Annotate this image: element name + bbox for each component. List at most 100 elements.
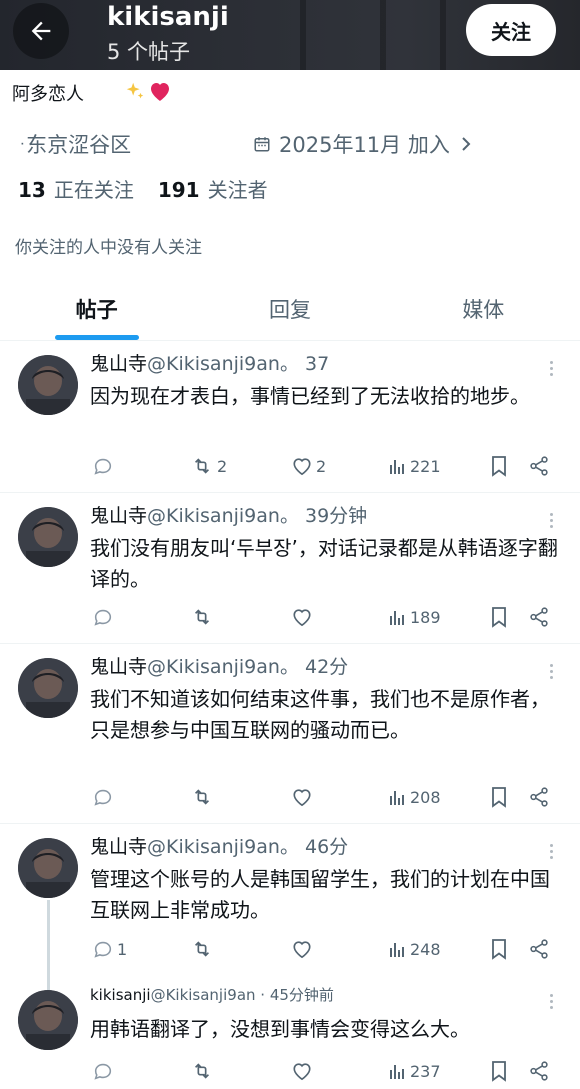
like-button[interactable]: 2: [291, 451, 326, 481]
avatar[interactable]: [18, 838, 78, 898]
share-icon: [530, 1061, 548, 1081]
reply-button[interactable]: [92, 602, 117, 632]
post-time: 42分: [305, 656, 349, 678]
reply-icon: [94, 789, 112, 806]
share-button[interactable]: [528, 934, 550, 964]
post-item[interactable]: 鬼山寺@Kikisanji9an。 39分钟 我们没有朋友叫‘두부장’，对话记录都…: [0, 493, 580, 644]
post-time: 39分钟: [305, 505, 368, 527]
view-count: 237: [410, 1061, 441, 1081]
share-icon: [530, 787, 548, 807]
views-button[interactable]: 221: [389, 451, 441, 481]
views-button[interactable]: 189: [389, 602, 441, 632]
post-author-handle[interactable]: @Kikisanji9an。: [147, 836, 299, 858]
views-button[interactable]: 237: [389, 1056, 441, 1086]
banner-decoration: [440, 0, 446, 70]
reply-button[interactable]: 1: [92, 934, 127, 964]
avatar[interactable]: [18, 355, 78, 415]
like-button[interactable]: [291, 934, 316, 964]
post-author-name[interactable]: 鬼山寺: [90, 836, 147, 858]
avatar-image: [18, 838, 78, 898]
share-button[interactable]: [528, 602, 550, 632]
repost-icon: [194, 458, 210, 474]
post-header: 鬼山寺@Kikisanji9an。 42分: [90, 652, 348, 679]
post-text: 管理这个账号的人是韩国留学生，我们的计划在中国互联网上非常成功。: [90, 867, 550, 922]
views-icon: [390, 1065, 404, 1079]
repost-button[interactable]: 2: [190, 451, 227, 481]
post-item[interactable]: 鬼山寺@Kikisanji9an。 46分管理这个账号的人是韩国留学生，我们的计…: [0, 824, 580, 974]
banner-decoration: [380, 0, 386, 70]
following-label: 正在关注: [53, 178, 134, 202]
followers-link[interactable]: 191 关注者: [158, 174, 268, 203]
tab-replies[interactable]: 回复: [193, 280, 386, 340]
follow-button[interactable]: 关注: [466, 4, 556, 56]
bookmark-button[interactable]: [490, 934, 508, 964]
repost-icon: [194, 609, 210, 625]
post-author-handle[interactable]: @Kikisanji9an。: [147, 505, 299, 527]
repost-icon: [194, 941, 210, 957]
reply-icon: [94, 609, 112, 626]
post-actions: 208: [90, 782, 560, 812]
views-button[interactable]: 248: [389, 934, 441, 964]
post-author-name[interactable]: kikisanji: [90, 986, 151, 1004]
heart-icon: [151, 83, 169, 101]
bookmark-button[interactable]: [490, 451, 508, 481]
post-author-handle[interactable]: @Kikisanji9an: [151, 986, 256, 1004]
bookmark-button[interactable]: [490, 1056, 508, 1086]
avatar-image: [18, 507, 78, 567]
reply-button[interactable]: [92, 1056, 117, 1086]
like-icon: [293, 941, 311, 959]
bookmark-icon: [492, 607, 506, 628]
followers-count: 191: [157, 178, 200, 202]
like-button[interactable]: [291, 1056, 316, 1086]
bio-emoji: [124, 80, 172, 102]
repost-button[interactable]: [190, 1056, 217, 1086]
post-time: · 45分钟前: [260, 986, 334, 1004]
more-options-icon[interactable]: [548, 513, 554, 528]
header-post-count: 5 个帖子: [107, 40, 191, 64]
join-date[interactable]: 2025年11月 加入: [253, 129, 474, 159]
post-author-handle[interactable]: @Kikisanji9an。: [147, 656, 299, 678]
post-author-handle[interactable]: @Kikisanji9an。: [147, 353, 299, 375]
repost-button[interactable]: [190, 782, 217, 812]
following-link[interactable]: 13 正在关注: [18, 174, 134, 203]
like-icon: [293, 609, 311, 627]
post-actions: 2 2 221: [90, 451, 560, 481]
post-author-name[interactable]: 鬼山寺: [90, 353, 147, 375]
post-item[interactable]: 鬼山寺@Kikisanji9an。 42分 我们不知道该如何结束这件事，我们也不是…: [0, 644, 580, 824]
bookmark-icon: [492, 1061, 506, 1082]
view-count: 208: [410, 787, 441, 807]
calendar-icon: [254, 137, 270, 152]
bookmark-button[interactable]: [490, 602, 508, 632]
view-count: 221: [410, 456, 441, 476]
post-time: 46分: [305, 836, 349, 858]
post-author-name[interactable]: 鬼山寺: [90, 656, 147, 678]
more-options-icon[interactable]: [548, 361, 554, 376]
bookmark-button[interactable]: [490, 782, 508, 812]
share-button[interactable]: [528, 1056, 550, 1086]
avatar[interactable]: [18, 658, 78, 718]
banner-decoration: [300, 0, 306, 70]
repost-icon: [194, 789, 210, 805]
avatar[interactable]: [18, 990, 78, 1050]
more-options-icon[interactable]: [548, 844, 554, 859]
post-author-name[interactable]: 鬼山寺: [90, 505, 147, 527]
post-item[interactable]: kikisanji@Kikisanji9an · 45分钟前 用韩语翻译了，没想到…: [0, 974, 580, 1089]
more-options-icon[interactable]: [548, 994, 554, 1009]
reply-button[interactable]: [92, 451, 117, 481]
more-options-icon[interactable]: [548, 664, 554, 679]
views-button[interactable]: 208: [389, 782, 441, 812]
repost-button[interactable]: [190, 602, 217, 632]
post-item[interactable]: 鬼山寺@Kikisanji9an。 37 因为现在才表白，事情已经到了无法收拾的地…: [0, 341, 580, 493]
post-header: kikisanji@Kikisanji9an · 45分钟前: [90, 984, 334, 1005]
avatar[interactable]: [18, 507, 78, 567]
tab-posts[interactable]: 帖子: [0, 280, 193, 340]
like-button[interactable]: [291, 602, 316, 632]
tab-media[interactable]: 媒体: [387, 280, 580, 340]
share-button[interactable]: [528, 782, 550, 812]
reply-button[interactable]: [92, 782, 117, 812]
views-icon: [390, 943, 404, 957]
like-button[interactable]: [291, 782, 316, 812]
repost-button[interactable]: [190, 934, 217, 964]
back-button[interactable]: [13, 3, 69, 59]
share-button[interactable]: [528, 451, 550, 481]
